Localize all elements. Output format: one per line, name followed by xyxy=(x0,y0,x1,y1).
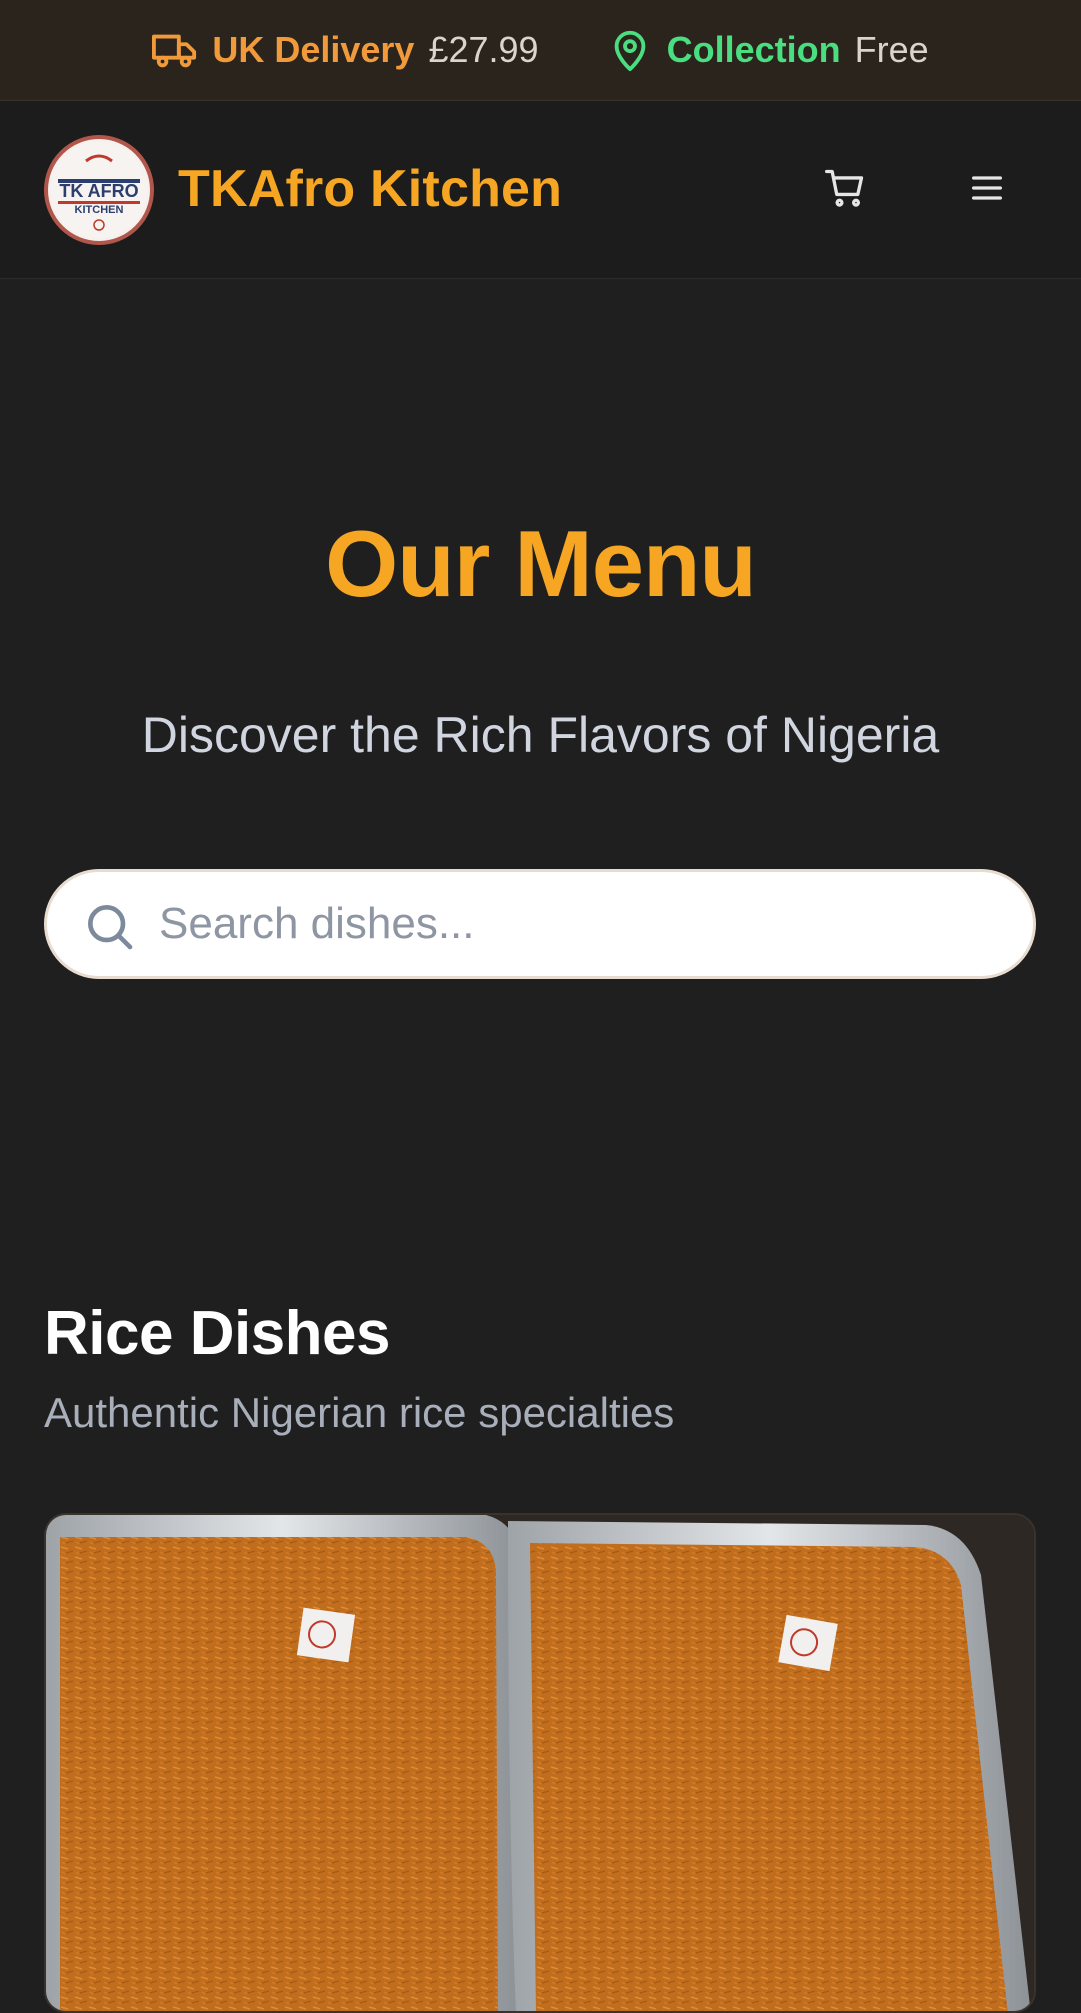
delivery-label: UK Delivery xyxy=(212,29,415,70)
uk-delivery-info: UK Delivery £27.99 xyxy=(152,27,539,73)
section-subtitle: Authentic Nigerian rice specialties xyxy=(44,1389,675,1436)
shopping-cart-icon xyxy=(823,166,867,215)
delivery-info-bar: UK Delivery £27.99 Collection Free xyxy=(0,0,1081,101)
collection-price: Free xyxy=(854,29,929,70)
dish-card[interactable] xyxy=(44,1513,1036,2013)
main-navbar: TK AFRO KITCHEN TKAfro Kitchen xyxy=(0,101,1081,279)
search-bar[interactable] xyxy=(44,869,1036,979)
cart-button[interactable] xyxy=(811,156,879,224)
menu-button[interactable] xyxy=(953,156,1021,224)
delivery-price: £27.99 xyxy=(428,29,539,70)
page-title: Our Menu xyxy=(325,511,757,616)
svg-text:KITCHEN: KITCHEN xyxy=(75,204,124,216)
collection-info: Collection Free xyxy=(607,27,929,73)
truck-icon xyxy=(152,27,198,73)
section-title: Rice Dishes xyxy=(44,1299,391,1368)
brand-logo[interactable]: TK AFRO KITCHEN xyxy=(44,135,154,245)
search-input[interactable] xyxy=(159,872,1019,976)
map-pin-icon xyxy=(607,27,653,73)
dish-image xyxy=(46,1515,1034,2011)
svg-text:TK AFRO: TK AFRO xyxy=(59,181,138,201)
search-icon xyxy=(81,898,137,954)
hamburger-menu-icon xyxy=(967,168,1007,213)
brand-name[interactable]: TKAfro Kitchen xyxy=(178,159,562,219)
collection-label: Collection xyxy=(666,29,841,70)
page-subtitle: Discover the Rich Flavors of Nigeria xyxy=(141,707,940,763)
